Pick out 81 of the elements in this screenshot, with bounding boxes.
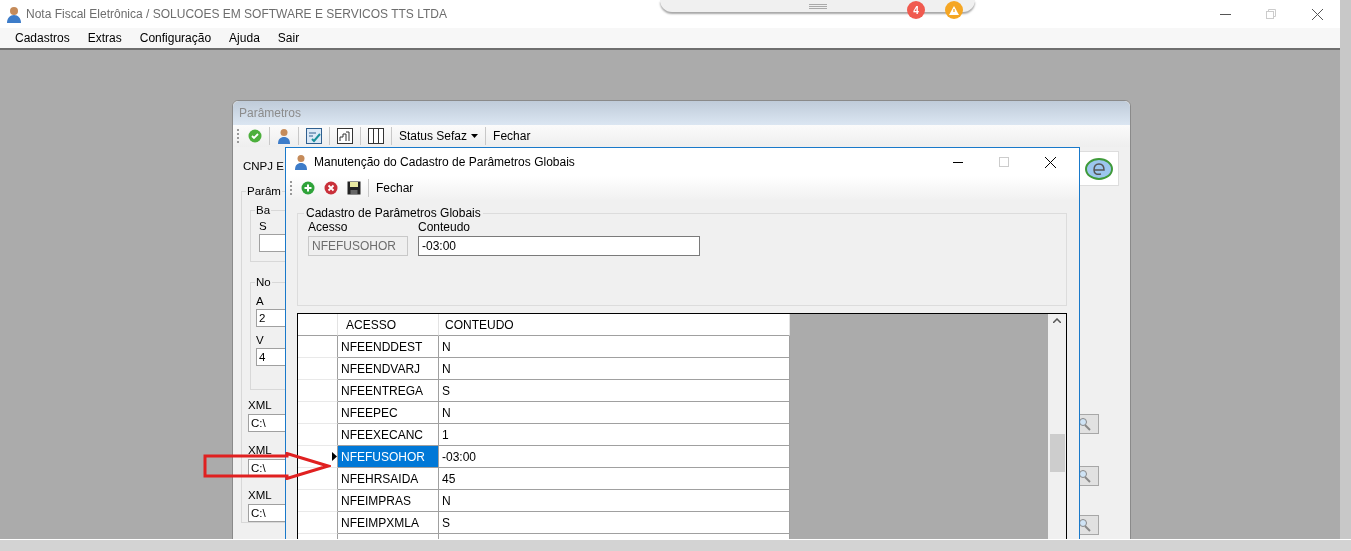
menu-item[interactable]: Cadastros [6, 31, 79, 45]
path-field[interactable]: C:\ [248, 414, 286, 433]
menu-item[interactable]: Configuração [130, 31, 221, 45]
field-label: Acesso [308, 220, 349, 234]
user-icon [277, 128, 291, 144]
window-title: Nota Fiscal Eletrônica / SOLUCOES EM SOFTWARE E SERVICOS TTS LTDA [26, 7, 447, 21]
warning-icon[interactable] [945, 1, 963, 19]
input-field[interactable]: 4 [256, 347, 286, 366]
search-button[interactable] [1079, 414, 1099, 434]
user-icon [6, 5, 22, 23]
table-cell: N [439, 358, 790, 380]
table-cell: NFEIMPRAS [338, 490, 439, 512]
scrollbar[interactable] [0, 539, 1351, 551]
caret-icon [471, 134, 479, 138]
close-button[interactable]: Fechar [374, 178, 416, 198]
group-title: Ba [255, 203, 272, 217]
table-cell: NFEENDVARJ [338, 358, 439, 380]
group-title: Parâm [246, 184, 282, 198]
search-icon [1080, 518, 1092, 532]
field-label: XML [248, 398, 273, 413]
search-icon [1080, 417, 1092, 431]
table-cell: N [439, 336, 790, 358]
path-field[interactable]: C:\ [248, 504, 286, 522]
field-label: XML [248, 488, 273, 503]
scrollbar[interactable] [1048, 314, 1066, 539]
chart-icon [337, 128, 353, 144]
table-cell: NFEFUSOHOR [338, 446, 439, 468]
group-title: Cadastro de Parâmetros Globais [305, 206, 482, 220]
table-cell: -03:00 [439, 446, 790, 468]
field-label: XML [248, 443, 273, 458]
add-icon [301, 181, 315, 195]
table-cell: S [439, 380, 790, 402]
status-dropdown[interactable]: Status Sefaz [397, 126, 481, 146]
table-cell: NFEHRSAIDA [338, 468, 439, 490]
column-header[interactable]: ACESSO [338, 314, 439, 336]
conteudo-field[interactable]: -03:00 [418, 236, 700, 256]
cancel-icon [324, 181, 338, 195]
scrollbar[interactable] [1340, 0, 1351, 539]
toolbar-button[interactable] [366, 126, 386, 146]
minimize-icon [1219, 13, 1231, 15]
columns-icon [368, 128, 384, 144]
table-cell: 45 [439, 468, 790, 490]
search-button[interactable] [1079, 515, 1099, 535]
user-icon [294, 154, 308, 170]
field-label: Conteudo [418, 220, 472, 234]
close-icon [1044, 156, 1056, 168]
column-header[interactable]: CONTEUDO [439, 314, 790, 336]
menu-item[interactable]: Ajuda [220, 31, 269, 45]
checklist-icon [306, 128, 322, 144]
minimize-icon [953, 161, 963, 163]
cnpj-label: CNPJ E [243, 159, 285, 173]
check-icon [248, 129, 262, 143]
scroll-thumb[interactable] [1049, 434, 1065, 472]
dialog-title: Manutenção do Cadastro de Parâmetros Globais [314, 155, 575, 169]
scroll-up-icon [1053, 318, 1061, 323]
toolbar-button[interactable] [335, 126, 355, 146]
toolbar-button[interactable] [304, 126, 324, 146]
table-cell: NFEEXECANC [338, 424, 439, 446]
restore-icon [1266, 9, 1276, 19]
table-cell: NFEIMPXMLA [338, 512, 439, 534]
table-cell: NFEENTREGA [338, 380, 439, 402]
menu-item[interactable]: Sair [268, 31, 309, 45]
close-icon [1311, 8, 1323, 20]
window-title: Parâmetros [239, 106, 302, 120]
table-cell: S [439, 512, 790, 534]
field-label: A [256, 293, 265, 308]
table-cell: 1 [439, 424, 790, 446]
table-cell: NFEEPEC [338, 402, 439, 424]
save-icon [347, 181, 361, 195]
handle-icon [809, 4, 827, 9]
search-button[interactable] [1079, 466, 1099, 486]
table-cell: N [439, 490, 790, 512]
field-label: V [256, 332, 265, 347]
search-icon [1080, 469, 1092, 483]
field-label: S [259, 219, 268, 233]
close-button[interactable]: Fechar [491, 126, 533, 146]
menu-item[interactable]: Extras [78, 31, 131, 45]
table-cell: N [439, 402, 790, 424]
maximize-icon [999, 157, 1009, 167]
input-field[interactable]: 2 [256, 308, 286, 327]
table-cell: NFEENDDEST [338, 336, 439, 358]
